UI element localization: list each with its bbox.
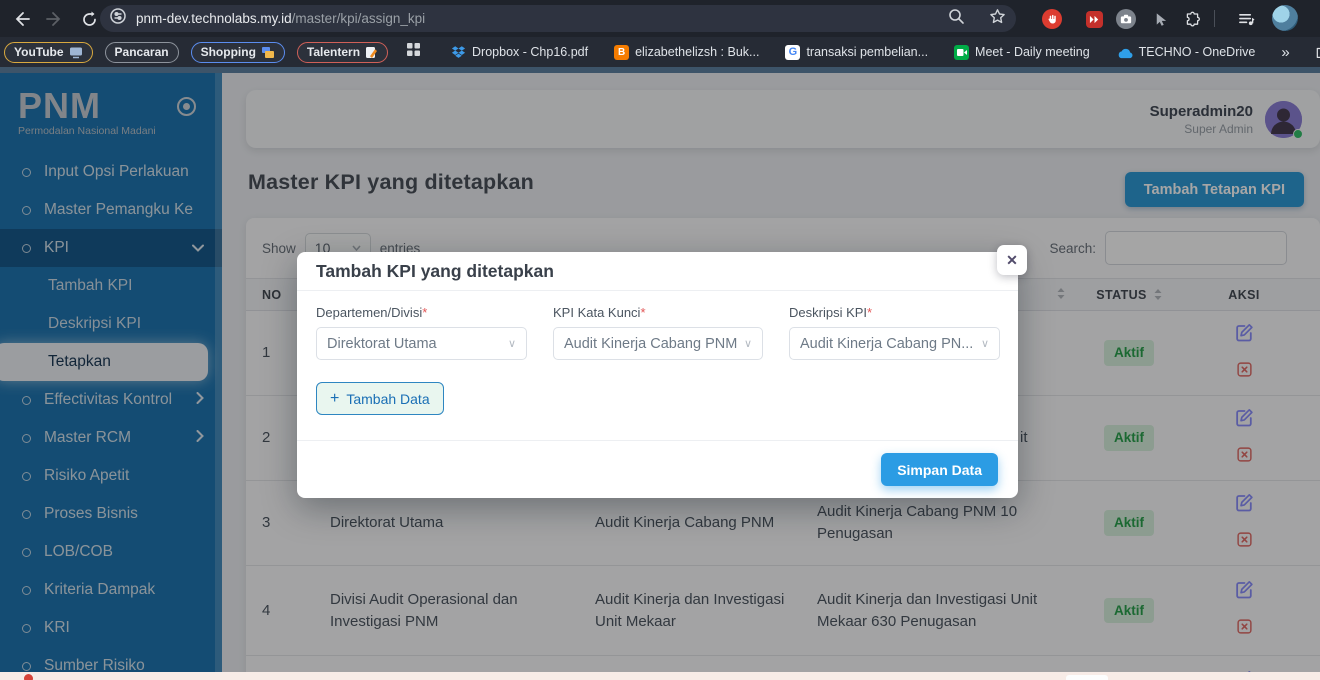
bookmarks-overflow-chevron[interactable]: »	[1281, 44, 1289, 61]
departemen-divisi-select[interactable]: Direktorat Utama ∨	[316, 327, 527, 360]
required-asterisk: *	[867, 305, 873, 320]
plus-icon: +	[330, 389, 340, 407]
cursor-extension-icon[interactable]	[1150, 9, 1170, 29]
browser-toolbar: pnm-dev.technolabs.my.id/master/kpi/assi…	[0, 0, 1320, 37]
zoom-icon[interactable]	[948, 8, 965, 30]
tab-group-shopping[interactable]: Shopping	[190, 41, 285, 63]
url-text: pnm-dev.technolabs.my.id/master/kpi/assi…	[136, 11, 426, 26]
apps-grid-icon[interactable]	[406, 42, 421, 62]
screenshot-camera-icon[interactable]	[1116, 9, 1136, 29]
add-kpi-modal: ✕ Tambah KPI yang ditetapkan Departemen/…	[297, 245, 1027, 498]
bookmark-blogger[interactable]: B elizabethelizsh : Buk...	[614, 44, 759, 60]
bookmark-meet[interactable]: Meet - Daily meeting	[954, 44, 1090, 60]
simpan-data-button[interactable]: Simpan Data	[881, 453, 998, 486]
app-viewport: PNM Permodalan Nasional Madani Input Ops…	[0, 67, 1320, 680]
reload-icon[interactable]	[78, 8, 100, 30]
stack-icon	[261, 46, 274, 58]
browser-profile-avatar[interactable]	[1272, 5, 1298, 31]
recording-dot-icon	[24, 674, 33, 680]
google-icon: G	[785, 44, 801, 60]
modal-footer: Simpan Data	[297, 440, 1018, 498]
address-bar[interactable]: pnm-dev.technolabs.my.id/master/kpi/assi…	[100, 5, 1016, 32]
deskripsi-kpi-select[interactable]: Audit Kinerja Cabang PN... ∨	[789, 327, 1000, 360]
required-asterisk: *	[640, 305, 646, 320]
tab-group-talentern[interactable]: Talentern	[296, 41, 389, 63]
meet-icon	[954, 44, 970, 60]
field-kpi-kata-kunci: KPI Kata Kunci* Audit Kinerja Cabang PNM…	[553, 305, 763, 360]
tab-group-youtube[interactable]: YouTube	[4, 41, 93, 63]
bookmark-dropbox[interactable]: Dropbox - Chp16.pdf	[451, 45, 588, 59]
blogger-icon: B	[614, 44, 630, 60]
field-deskripsi-kpi: Deskripsi KPI* Audit Kinerja Cabang PN..…	[789, 305, 1000, 360]
toolbar-divider	[1214, 10, 1215, 27]
chevron-down-icon: ∨	[980, 338, 989, 350]
modal-close-button[interactable]: ✕	[997, 245, 1027, 275]
tambah-data-button[interactable]: + Tambah Data	[316, 382, 444, 415]
bookmark-onedrive[interactable]: TECHNO - OneDrive	[1116, 45, 1255, 59]
forward-icon[interactable]	[44, 8, 66, 30]
required-asterisk: *	[422, 305, 428, 320]
field-label: KPI Kata Kunci	[553, 305, 641, 320]
field-label: Deskripsi KPI	[789, 305, 868, 320]
onedrive-cloud-icon	[1118, 48, 1133, 58]
document-pencil-icon	[366, 46, 378, 58]
media-playlist-icon[interactable]	[1236, 9, 1256, 29]
all-bookmarks-folder[interactable]: All Bookmarks	[1316, 45, 1320, 59]
video-speed-extension-icon[interactable]	[1084, 9, 1104, 29]
chevron-down-icon: ∨	[743, 338, 752, 350]
chevron-down-icon: ∨	[507, 338, 516, 350]
tv-icon	[69, 47, 82, 58]
folder-icon	[1316, 47, 1320, 58]
bookmark-google[interactable]: G transaksi pembelian...	[785, 44, 928, 60]
screen-share-bar	[0, 672, 1320, 680]
bookmark-star-icon[interactable]	[989, 8, 1006, 30]
modal-title: Tambah KPI yang ditetapkan	[297, 252, 1018, 291]
back-icon[interactable]	[10, 8, 32, 30]
extensions-puzzle-icon[interactable]	[1182, 9, 1202, 29]
adblock-hand-icon[interactable]	[1042, 9, 1062, 29]
bookmarks-bar: YouTube Pancaran Shopping Talentern Drop…	[0, 37, 1320, 67]
kpi-kata-kunci-select[interactable]: Audit Kinerja Cabang PNM ∨	[553, 327, 763, 360]
field-label: Departemen/Divisi	[316, 305, 423, 320]
share-bar-button[interactable]	[1066, 675, 1108, 680]
dropbox-icon	[451, 46, 466, 58]
field-departemen-divisi: Departemen/Divisi* Direktorat Utama ∨	[316, 305, 527, 360]
tab-group-pancaran[interactable]: Pancaran	[104, 41, 179, 63]
site-settings-icon[interactable]	[110, 8, 126, 29]
